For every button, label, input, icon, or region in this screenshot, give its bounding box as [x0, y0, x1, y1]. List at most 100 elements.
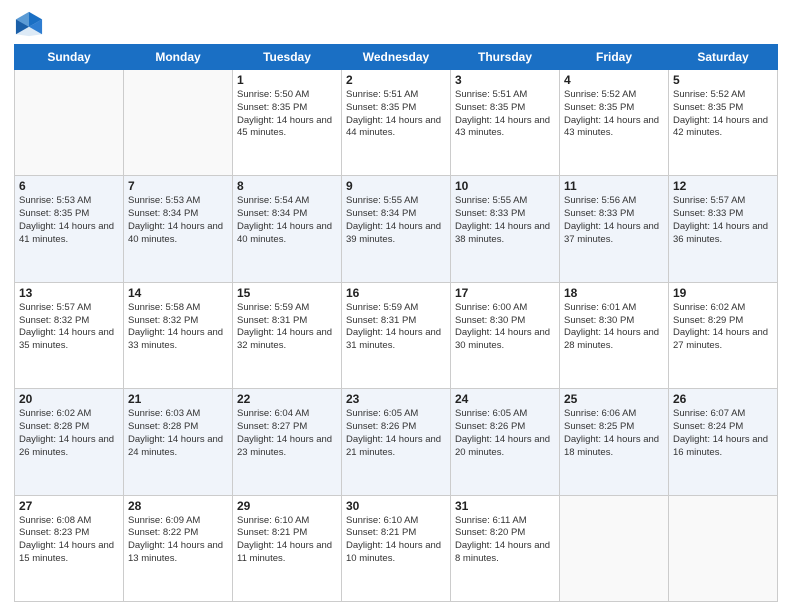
calendar-cell: 21 Sunrise: 6:03 AM Sunset: 8:28 PM Dayli… [124, 389, 233, 495]
calendar-cell: 19 Sunrise: 6:02 AM Sunset: 8:29 PM Dayli… [669, 282, 778, 388]
calendar-cell: 25Sunrise: 6:06 AM Sunset: 8:25 PM Dayli… [560, 389, 669, 495]
calendar-cell: 28Sunrise: 6:09 AM Sunset: 8:22 PM Dayli… [124, 495, 233, 601]
day-info: Sunrise: 5:59 AM Sunset: 8:31 PM Dayligh… [237, 302, 337, 353]
day-info: Sunrise: 5:59 AM Sunset: 8:31 PM Dayligh… [346, 302, 446, 353]
day-number: 31 [455, 499, 555, 513]
day-info: Sunrise: 6:03 AM Sunset: 8:28 PM Dayligh… [128, 408, 228, 459]
day-number: 12 [673, 179, 773, 193]
day-info: Sunrise: 5:52 AM Sunset: 8:35 PM Dayligh… [564, 89, 664, 140]
day-info: Sunrise: 6:11 AM Sunset: 8:20 PM Dayligh… [455, 515, 555, 566]
page: SundayMondayTuesdayWednesdayThursdayFrid… [0, 0, 792, 612]
calendar-cell: 10 Sunrise: 5:55 AM Sunset: 8:33 PM Dayli… [451, 176, 560, 282]
day-number: 22 [237, 392, 337, 406]
day-info: Sunrise: 6:00 AM Sunset: 8:30 PM Dayligh… [455, 302, 555, 353]
calendar-cell: 5 Sunrise: 5:52 AM Sunset: 8:35 PM Daylig… [669, 70, 778, 176]
calendar-cell: 1 Sunrise: 5:50 AM Sunset: 8:35 PM Daylig… [233, 70, 342, 176]
day-number: 17 [455, 286, 555, 300]
day-number: 1 [237, 73, 337, 87]
day-info: Sunrise: 5:57 AM Sunset: 8:32 PM Dayligh… [19, 302, 119, 353]
calendar-cell: 18 Sunrise: 6:01 AM Sunset: 8:30 PM Dayli… [560, 282, 669, 388]
day-number: 3 [455, 73, 555, 87]
calendar-cell: 14 Sunrise: 5:58 AM Sunset: 8:32 PM Dayli… [124, 282, 233, 388]
day-number: 16 [346, 286, 446, 300]
calendar-cell: 13 Sunrise: 5:57 AM Sunset: 8:32 PM Dayli… [15, 282, 124, 388]
calendar-cell [560, 495, 669, 601]
calendar-cell: 27 Sunrise: 6:08 AM Sunset: 8:23 PM Dayli… [15, 495, 124, 601]
day-info: Sunrise: 5:50 AM Sunset: 8:35 PM Dayligh… [237, 89, 337, 140]
day-number: 20 [19, 392, 119, 406]
day-number: 10 [455, 179, 555, 193]
day-number: 30 [346, 499, 446, 513]
calendar-cell: 7Sunrise: 5:53 AM Sunset: 8:34 PM Daylig… [124, 176, 233, 282]
day-number: 9 [346, 179, 446, 193]
calendar-cell: 23 Sunrise: 6:05 AM Sunset: 8:26 PM Dayli… [342, 389, 451, 495]
day-info: Sunrise: 5:52 AM Sunset: 8:35 PM Dayligh… [673, 89, 773, 140]
day-info: Sunrise: 6:02 AM Sunset: 8:28 PM Dayligh… [19, 408, 119, 459]
calendar-cell [15, 70, 124, 176]
calendar-cell: 6Sunrise: 5:53 AM Sunset: 8:35 PM Daylig… [15, 176, 124, 282]
calendar-week-row: 20 Sunrise: 6:02 AM Sunset: 8:28 PM Dayli… [15, 389, 778, 495]
calendar-table: SundayMondayTuesdayWednesdayThursdayFrid… [14, 44, 778, 602]
calendar-header-wednesday: Wednesday [342, 45, 451, 70]
day-info: Sunrise: 5:54 AM Sunset: 8:34 PM Dayligh… [237, 195, 337, 246]
calendar-cell: 4 Sunrise: 5:52 AM Sunset: 8:35 PM Daylig… [560, 70, 669, 176]
calendar-cell: 17 Sunrise: 6:00 AM Sunset: 8:30 PM Dayli… [451, 282, 560, 388]
day-number: 6 [19, 179, 119, 193]
day-number: 14 [128, 286, 228, 300]
day-number: 23 [346, 392, 446, 406]
day-info: Sunrise: 6:02 AM Sunset: 8:29 PM Dayligh… [673, 302, 773, 353]
calendar-cell: 22 Sunrise: 6:04 AM Sunset: 8:27 PM Dayli… [233, 389, 342, 495]
calendar-cell: 29 Sunrise: 6:10 AM Sunset: 8:21 PM Dayli… [233, 495, 342, 601]
day-info: Sunrise: 6:05 AM Sunset: 8:26 PM Dayligh… [455, 408, 555, 459]
day-number: 8 [237, 179, 337, 193]
calendar-header-monday: Monday [124, 45, 233, 70]
calendar-cell [669, 495, 778, 601]
day-info: Sunrise: 6:10 AM Sunset: 8:21 PM Dayligh… [237, 515, 337, 566]
day-number: 19 [673, 286, 773, 300]
calendar-header-thursday: Thursday [451, 45, 560, 70]
calendar-header-sunday: Sunday [15, 45, 124, 70]
logo [14, 10, 48, 38]
day-number: 11 [564, 179, 664, 193]
day-info: Sunrise: 5:53 AM Sunset: 8:34 PM Dayligh… [128, 195, 228, 246]
calendar-cell: 3 Sunrise: 5:51 AM Sunset: 8:35 PM Daylig… [451, 70, 560, 176]
calendar-cell: 31 Sunrise: 6:11 AM Sunset: 8:20 PM Dayli… [451, 495, 560, 601]
day-number: 13 [19, 286, 119, 300]
day-info: Sunrise: 6:09 AM Sunset: 8:22 PM Dayligh… [128, 515, 228, 566]
day-info: Sunrise: 6:10 AM Sunset: 8:21 PM Dayligh… [346, 515, 446, 566]
day-info: Sunrise: 6:05 AM Sunset: 8:26 PM Dayligh… [346, 408, 446, 459]
day-number: 27 [19, 499, 119, 513]
day-number: 21 [128, 392, 228, 406]
day-info: Sunrise: 5:51 AM Sunset: 8:35 PM Dayligh… [346, 89, 446, 140]
calendar-cell: 8 Sunrise: 5:54 AM Sunset: 8:34 PM Daylig… [233, 176, 342, 282]
day-number: 4 [564, 73, 664, 87]
calendar-cell: 20 Sunrise: 6:02 AM Sunset: 8:28 PM Dayli… [15, 389, 124, 495]
calendar-header-row: SundayMondayTuesdayWednesdayThursdayFrid… [15, 45, 778, 70]
calendar-header-friday: Friday [560, 45, 669, 70]
calendar-header-saturday: Saturday [669, 45, 778, 70]
calendar-cell: 2Sunrise: 5:51 AM Sunset: 8:35 PM Daylig… [342, 70, 451, 176]
day-info: Sunrise: 5:51 AM Sunset: 8:35 PM Dayligh… [455, 89, 555, 140]
day-number: 5 [673, 73, 773, 87]
day-info: Sunrise: 6:01 AM Sunset: 8:30 PM Dayligh… [564, 302, 664, 353]
day-info: Sunrise: 6:04 AM Sunset: 8:27 PM Dayligh… [237, 408, 337, 459]
day-info: Sunrise: 6:08 AM Sunset: 8:23 PM Dayligh… [19, 515, 119, 566]
day-info: Sunrise: 5:56 AM Sunset: 8:33 PM Dayligh… [564, 195, 664, 246]
calendar-cell: 12Sunrise: 5:57 AM Sunset: 8:33 PM Dayli… [669, 176, 778, 282]
calendar-cell: 26Sunrise: 6:07 AM Sunset: 8:24 PM Dayli… [669, 389, 778, 495]
calendar-cell [124, 70, 233, 176]
calendar-cell: 9Sunrise: 5:55 AM Sunset: 8:34 PM Daylig… [342, 176, 451, 282]
day-info: Sunrise: 6:07 AM Sunset: 8:24 PM Dayligh… [673, 408, 773, 459]
header [14, 10, 778, 38]
calendar-week-row: 1 Sunrise: 5:50 AM Sunset: 8:35 PM Daylig… [15, 70, 778, 176]
logo-icon [14, 10, 44, 38]
calendar-header-tuesday: Tuesday [233, 45, 342, 70]
day-number: 18 [564, 286, 664, 300]
day-info: Sunrise: 5:55 AM Sunset: 8:33 PM Dayligh… [455, 195, 555, 246]
calendar-cell: 16 Sunrise: 5:59 AM Sunset: 8:31 PM Dayli… [342, 282, 451, 388]
calendar-week-row: 27 Sunrise: 6:08 AM Sunset: 8:23 PM Dayli… [15, 495, 778, 601]
calendar-week-row: 6Sunrise: 5:53 AM Sunset: 8:35 PM Daylig… [15, 176, 778, 282]
day-number: 15 [237, 286, 337, 300]
day-info: Sunrise: 5:58 AM Sunset: 8:32 PM Dayligh… [128, 302, 228, 353]
day-number: 29 [237, 499, 337, 513]
